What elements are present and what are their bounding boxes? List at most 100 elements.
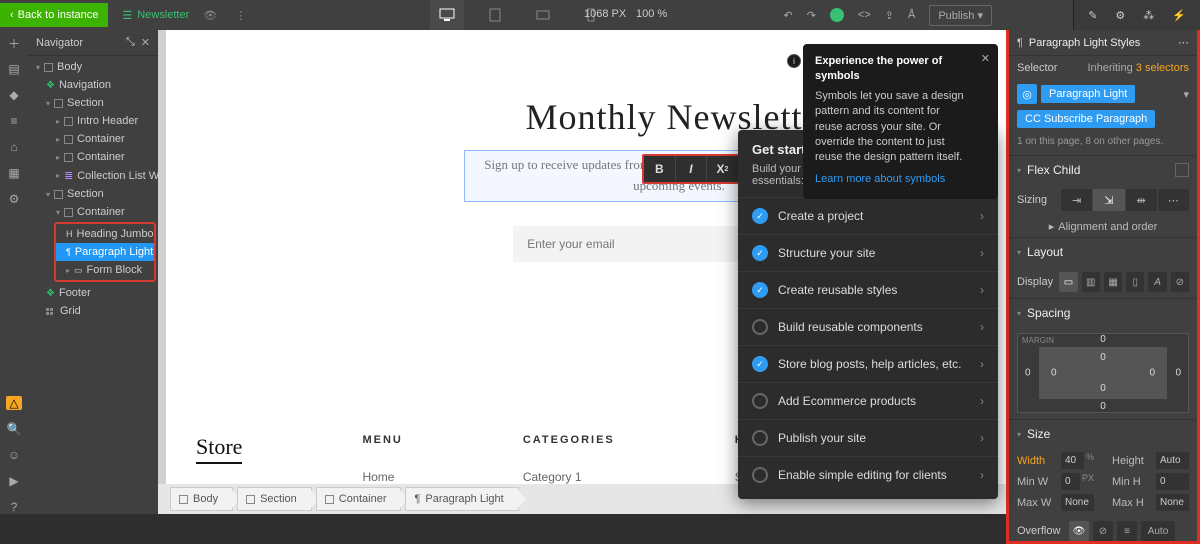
tree-form-block[interactable]: ▸▭Form Block (56, 261, 154, 279)
shrink-option[interactable]: ⇥ (1061, 189, 1093, 211)
tree-heading-jumbo[interactable]: HHeading Jumbo Sma (56, 225, 154, 243)
display-grid[interactable]: ▦ (1104, 272, 1122, 292)
publish-button[interactable]: Publish ▾ (929, 5, 992, 26)
footer-home-link[interactable]: Home (362, 470, 394, 484)
crumb-section[interactable]: Section (237, 487, 312, 511)
selector-dropdown-icon[interactable]: ▾ (1183, 88, 1189, 101)
tree-footer[interactable]: ❖Footer (28, 284, 158, 302)
undo-icon[interactable]: ↶ (783, 9, 792, 22)
superscript-button[interactable]: X2 (707, 156, 739, 182)
minw-input[interactable] (1061, 473, 1080, 490)
help2-icon[interactable]: ? (6, 500, 22, 514)
checklist-item-4[interactable]: ✓Store blog posts, help articles, etc.› (738, 345, 998, 382)
tree-container-1[interactable]: ▸Container (28, 130, 158, 148)
display-none[interactable]: ⊘ (1171, 272, 1189, 292)
spacing-box[interactable]: MARGIN PADDING 0 0 0 0 0 0 0 0 (1017, 333, 1189, 413)
tree-navigation[interactable]: ❖Navigation (28, 76, 158, 94)
bold-button[interactable]: B (644, 156, 676, 182)
checklist-item-0[interactable]: ✓Create a project› (738, 197, 998, 234)
checklist-item-7[interactable]: Enable simple editing for clients› (738, 456, 998, 493)
tree-grid[interactable]: Grid (28, 302, 158, 320)
crumb-paragraph-light[interactable]: ¶Paragraph Light (405, 487, 518, 511)
crumb-body[interactable]: Body (170, 487, 233, 511)
tree-container-2[interactable]: ▸Container (28, 148, 158, 166)
display-block[interactable]: ▭ (1059, 272, 1077, 292)
symbols-icon[interactable]: ◆ (6, 88, 22, 102)
crumb-container[interactable]: Container (316, 487, 402, 511)
maxh-input[interactable] (1156, 494, 1189, 511)
back-to-instance-button[interactable]: ‹ Back to instance (0, 3, 108, 27)
selector-target-icon[interactable]: ◎ (1017, 84, 1037, 104)
width-input[interactable] (1061, 452, 1084, 469)
spacing-header[interactable]: Spacing (1027, 306, 1070, 320)
tree-section-2[interactable]: ▾Section (28, 185, 158, 203)
overflow-scroll[interactable]: ≡ (1117, 521, 1137, 541)
tree-body[interactable]: ▾Body (28, 58, 158, 76)
panel-more-icon[interactable]: ⋯ (1178, 36, 1189, 49)
tooltip-learn-link[interactable]: Learn more about symbols (815, 172, 970, 187)
none-option[interactable]: ⇹ (1126, 189, 1158, 211)
minh-input[interactable] (1156, 473, 1189, 490)
kebab-icon[interactable]: ⋮ (235, 9, 246, 22)
gear-icon[interactable]: ⚙ (1115, 9, 1125, 22)
canvas-zoom[interactable]: 100 % (636, 8, 667, 20)
collapse-icon[interactable]: ⤡ (126, 36, 135, 49)
maxw-input[interactable] (1061, 494, 1094, 511)
inherit-info[interactable]: Inheriting 3 selectors (1087, 62, 1189, 74)
search-icon[interactable]: 🔍 (6, 422, 22, 436)
pages-icon[interactable]: ▤ (6, 62, 22, 76)
audit-icon[interactable]: △ (6, 396, 22, 410)
size-header[interactable]: Size (1027, 427, 1050, 441)
selector-tag-1[interactable]: Paragraph Light (1041, 85, 1135, 103)
display-inlineblock[interactable]: ▯ (1126, 272, 1144, 292)
settings-rail-icon[interactable]: ⚙ (6, 192, 22, 206)
code-icon[interactable]: <> (858, 9, 871, 21)
cms-icon[interactable]: ≡ (6, 114, 22, 128)
bolt-icon[interactable]: ⚡ (1172, 9, 1186, 22)
checklist-item-2[interactable]: ✓Create reusable styles› (738, 271, 998, 308)
italic-button[interactable]: I (676, 156, 708, 182)
device-phone-landscape[interactable] (526, 0, 560, 30)
layout-header[interactable]: Layout (1027, 245, 1063, 259)
overflow-hidden[interactable]: ⊘ (1093, 521, 1113, 541)
checklist-item-6[interactable]: Publish your site› (738, 419, 998, 456)
grow-option[interactable]: ⇲ (1093, 189, 1125, 211)
display-flex[interactable]: ▥ (1082, 272, 1100, 292)
overflow-visible[interactable]: 👁 (1069, 521, 1089, 541)
ecommerce-icon[interactable]: ⌂ (6, 140, 22, 154)
share-icon[interactable]: Å (908, 9, 915, 21)
alignment-order-link[interactable]: ▸Alignment and order (1009, 216, 1197, 237)
tooltip-close-icon[interactable]: ✕ (981, 52, 990, 67)
flex-child-header[interactable]: Flex Child (1027, 163, 1080, 177)
tree-section-1[interactable]: ▾Section (28, 94, 158, 112)
tree-intro-header[interactable]: ▸Intro Header (28, 112, 158, 130)
display-inline[interactable]: A (1148, 272, 1166, 292)
add-icon[interactable]: ＋ (6, 36, 22, 50)
preview-icon[interactable]: 👁 (203, 9, 217, 22)
page-dropdown[interactable]: ☰ Newsletter (122, 9, 189, 22)
tree-collection-list[interactable]: ▸≣Collection List Wrapper (28, 166, 158, 185)
email-input[interactable] (513, 226, 763, 262)
overflow-auto[interactable]: Auto (1141, 521, 1175, 541)
selector-tag-2[interactable]: CC Subscribe Paragraph (1017, 110, 1155, 128)
help-icon[interactable]: ☺ (6, 448, 22, 462)
store-logo[interactable]: Store (196, 434, 242, 464)
tree-paragraph-light[interactable]: ¶Paragraph Light (56, 243, 154, 261)
checklist-item-3[interactable]: Build reusable components› (738, 308, 998, 345)
interactions-icon[interactable]: ⁂ (1143, 9, 1154, 22)
height-input[interactable] (1156, 452, 1189, 469)
brush-icon[interactable]: ✎ (1088, 9, 1097, 22)
export-icon[interactable]: ⇪ (885, 9, 894, 22)
video-icon[interactable]: ▶ (6, 474, 22, 488)
status-ok-icon[interactable] (830, 8, 844, 22)
close-navigator-icon[interactable]: ✕ (141, 36, 150, 49)
focus-icon[interactable] (1175, 163, 1189, 177)
redo-icon[interactable]: ↷ (807, 9, 816, 22)
assets-icon[interactable]: ▦ (6, 166, 22, 180)
tree-container-3[interactable]: ▾Container (28, 203, 158, 221)
device-tablet[interactable] (478, 0, 512, 30)
checklist-item-1[interactable]: ✓Structure your site› (738, 234, 998, 271)
device-desktop[interactable] (430, 0, 464, 30)
footer-cat1-link[interactable]: Category 1 (523, 470, 582, 484)
more-option[interactable]: ⋯ (1158, 189, 1189, 211)
